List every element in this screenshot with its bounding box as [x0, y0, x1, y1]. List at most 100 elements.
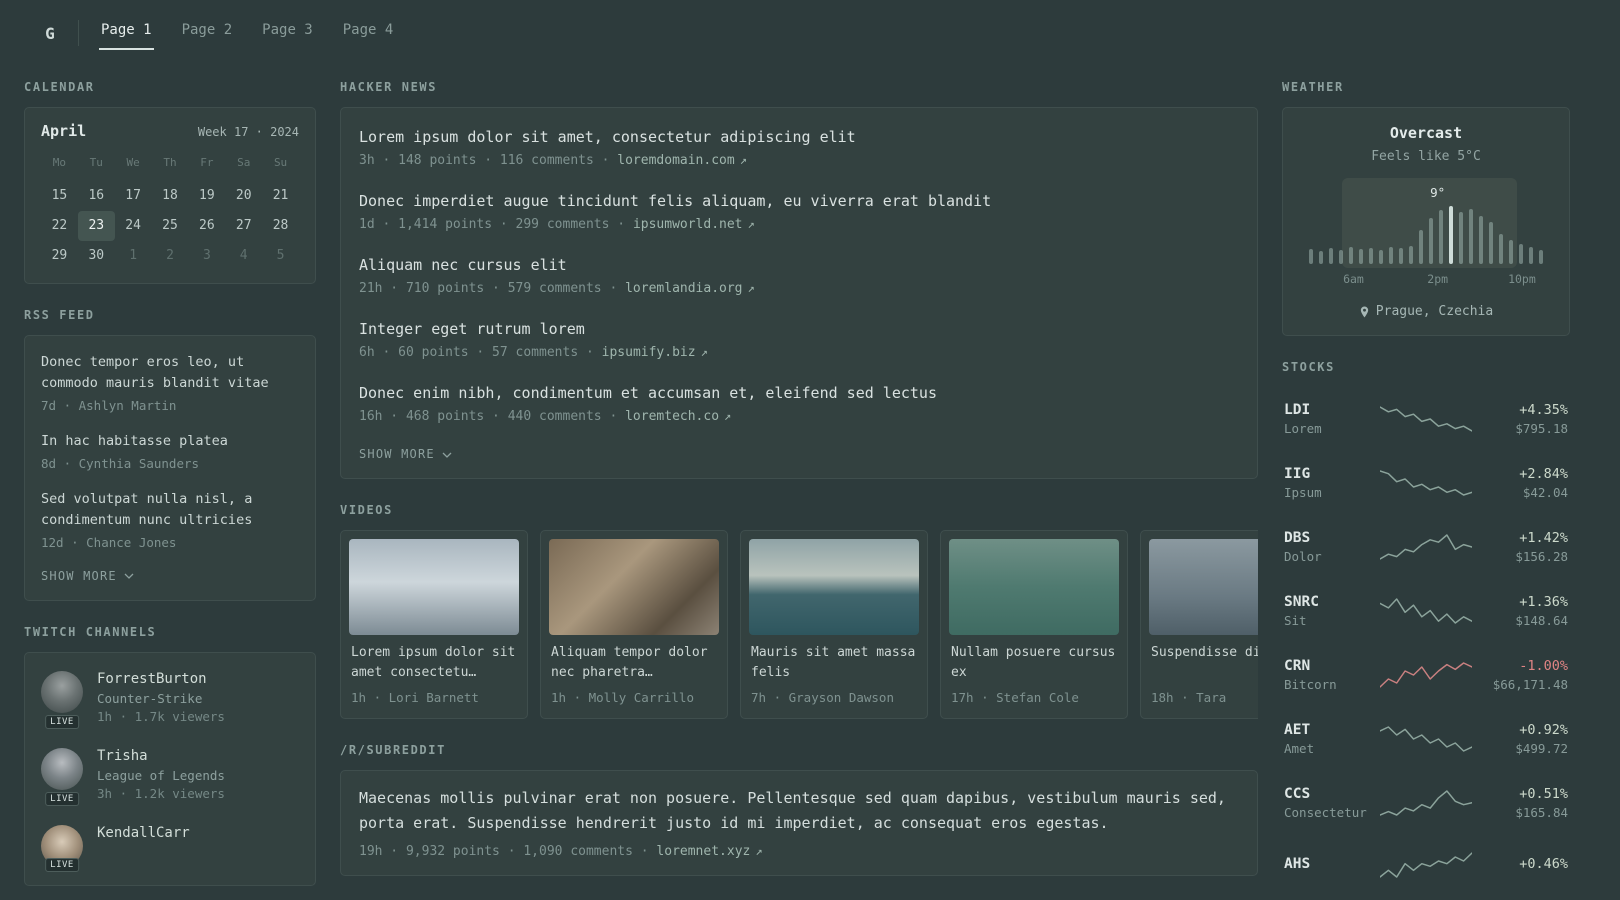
calendar-weekday: Th	[163, 156, 177, 169]
page-tab[interactable]: Page 1	[99, 16, 154, 50]
videos-row: Lorem ipsum dolor sit amet consectetu… 1…	[340, 530, 1258, 720]
weather-location[interactable]: Prague, Czechia	[1299, 304, 1553, 319]
twitch-channel[interactable]: LIVE KendallCarr	[41, 813, 299, 879]
hackernews-item-domain-link[interactable]: ipsumworld.net ↗	[633, 217, 755, 232]
twitch-channel[interactable]: LIVE ForrestBurton Counter-Strike 1h · 1…	[41, 659, 299, 736]
weather-axis-label: 10pm	[1508, 272, 1536, 286]
app-logo[interactable]: G	[32, 24, 68, 43]
external-link-icon: ↗	[700, 345, 708, 359]
twitch-channel-name[interactable]: KendallCarr	[97, 825, 190, 841]
video-title[interactable]: Suspendisse diam	[1151, 643, 1258, 683]
nav-divider	[78, 20, 79, 46]
subreddit-domain-link[interactable]: loremnet.xyz ↗	[656, 844, 762, 859]
weather-bar	[1309, 249, 1313, 264]
video-card[interactable]: Lorem ipsum dolor sit amet consectetu… 1…	[340, 530, 528, 720]
weather-bar	[1529, 247, 1533, 264]
weather-section-title: WEATHER	[1282, 80, 1344, 94]
video-thumbnail	[749, 539, 919, 635]
domain-label: ipsumworld.net	[632, 217, 743, 232]
weather-temp-label: 9°	[1430, 185, 1446, 200]
page-tab[interactable]: Page 4	[341, 16, 396, 50]
rss-item-title[interactable]: Donec tempor eros leo, ut commodo mauris…	[41, 352, 299, 394]
twitch-avatar: LIVE	[41, 747, 83, 806]
video-meta: 17h · Stefan Cole	[951, 690, 1079, 706]
rss-item[interactable]: Sed volutpat nulla nisl, a condimentum n…	[41, 477, 299, 556]
weather-bar	[1469, 209, 1473, 264]
stock-identity: AHS	[1284, 856, 1370, 875]
rss-item-meta: 8d · Cynthia Saunders	[41, 455, 200, 471]
external-link-icon: ↗	[739, 153, 747, 167]
hackernews-item-domain-link[interactable]: loremtech.co ↗	[625, 409, 731, 424]
calendar-day: 16	[88, 188, 105, 203]
hackernews-item-title[interactable]: Integer eget rutrum lorem	[359, 319, 1239, 340]
calendar-day: 15	[51, 188, 68, 203]
stock-row[interactable]: IIG Ipsum +2.84% $42.04	[1282, 451, 1570, 515]
weather-bar	[1359, 249, 1363, 264]
twitch-avatar: LIVE	[41, 824, 83, 872]
twitch-channel[interactable]: LIVE Trisha League of Legends 3h · 1.2k …	[41, 736, 299, 813]
subreddit-post-title[interactable]: Maecenas mollis pulvinar erat non posuer…	[359, 786, 1239, 835]
stock-name: Dolor	[1284, 549, 1322, 564]
calendar-weekday: Su	[273, 156, 288, 169]
rss-item-title[interactable]: Sed volutpat nulla nisl, a condimentum n…	[41, 489, 299, 531]
hackernews-show-more[interactable]: SHOW MORE	[359, 434, 1239, 474]
stock-symbol: CCS	[1284, 786, 1311, 802]
twitch-channel-name[interactable]: Trisha	[97, 748, 225, 764]
rss-show-more[interactable]: SHOW MORE	[41, 556, 299, 596]
page-tabs: Page 1 Page 2 Page 3 Page 4	[99, 16, 395, 50]
stock-price: $42.04	[1522, 485, 1568, 500]
stock-values: +0.92% $499.72	[1482, 722, 1568, 756]
weather-bar	[1489, 222, 1493, 264]
weather-bar	[1499, 234, 1503, 264]
stock-identity: LDI Lorem	[1284, 402, 1370, 436]
twitch-viewers: 3h · 1.2k viewers	[97, 785, 225, 801]
hackernews-item: Aliquam nec cursus elit 21h · 710 points…	[359, 242, 1239, 306]
hackernews-item-domain-link[interactable]: loremlandia.org ↗	[625, 281, 755, 296]
stock-name: Consectetur	[1284, 805, 1367, 820]
stock-sparkline	[1379, 596, 1473, 626]
video-card[interactable]: Nullam posuere cursus ex 17h · Stefan Co…	[940, 530, 1128, 720]
video-title[interactable]: Nullam posuere cursus ex	[951, 643, 1117, 683]
weather-condition: Overcast	[1389, 124, 1463, 142]
weather-axis-label: 2pm	[1427, 272, 1449, 286]
twitch-channel-name[interactable]: ForrestBurton	[97, 671, 225, 687]
rss-section-title: RSS FEED	[24, 308, 95, 322]
rss-item[interactable]: In hac habitasse platea 8d · Cynthia Sau…	[41, 419, 299, 477]
hackernews-item-title[interactable]: Aliquam nec cursus elit	[359, 255, 1239, 276]
stock-row[interactable]: LDI Lorem +4.35% $795.18	[1282, 387, 1570, 451]
hackernews-item-title[interactable]: Lorem ipsum dolor sit amet, consectetur …	[359, 127, 1239, 148]
subreddit-section-title: /R/SUBREDDIT	[340, 743, 446, 758]
stock-symbol: DBS	[1284, 530, 1311, 546]
weather-bar	[1539, 250, 1543, 264]
twitch-channel-info: KendallCarr	[97, 825, 190, 867]
videos-section-title: VIDEOS	[340, 503, 393, 517]
video-title[interactable]: Aliquam tempor dolor nec pharetra…	[551, 643, 717, 683]
video-card[interactable]: Aliquam tempor dolor nec pharetra… 1h · …	[540, 530, 728, 720]
rss-item[interactable]: Donec tempor eros leo, ut commodo mauris…	[41, 340, 299, 419]
page-tab[interactable]: Page 3	[260, 16, 315, 50]
stock-sparkline	[1379, 532, 1473, 562]
stock-row[interactable]: AHS +0.46%	[1282, 835, 1570, 895]
video-card[interactable]: Mauris sit amet massa felis 7h · Grayson…	[740, 530, 928, 720]
calendar-day: 28	[272, 218, 289, 233]
hackernews-item-domain-link[interactable]: loremdomain.com ↗	[617, 153, 747, 168]
hackernews-item: Lorem ipsum dolor sit amet, consectetur …	[359, 114, 1239, 178]
stock-sparkline	[1379, 850, 1473, 880]
stock-row[interactable]: CCS Consectetur +0.51% $165.84	[1282, 771, 1570, 835]
chevron-down-icon	[124, 573, 134, 580]
hackernews-item-stats: 3h · 148 points · 116 comments ·	[359, 153, 610, 168]
video-card[interactable]: Suspendisse diam 18h · Tara	[1140, 530, 1258, 720]
hackernews-item-domain-link[interactable]: ipsumify.biz ↗	[602, 345, 708, 360]
hackernews-item-title[interactable]: Donec imperdiet augue tincidunt felis al…	[359, 191, 1239, 212]
weather-bar	[1459, 212, 1463, 264]
weather-bar	[1509, 240, 1513, 264]
stock-row[interactable]: CRN Bitcorn -1.00% $66,171.48	[1282, 643, 1570, 707]
stock-row[interactable]: DBS Dolor +1.42% $156.28	[1282, 515, 1570, 579]
hackernews-item-title[interactable]: Donec enim nibh, condimentum et accumsan…	[359, 383, 1239, 404]
stock-row[interactable]: AET Amet +0.92% $499.72	[1282, 707, 1570, 771]
rss-item-title[interactable]: In hac habitasse platea	[41, 431, 299, 452]
stock-row[interactable]: SNRC Sit +1.36% $148.64	[1282, 579, 1570, 643]
page-tab[interactable]: Page 2	[180, 16, 235, 50]
video-title[interactable]: Mauris sit amet massa felis	[751, 643, 917, 683]
video-title[interactable]: Lorem ipsum dolor sit amet consectetu…	[351, 643, 517, 683]
